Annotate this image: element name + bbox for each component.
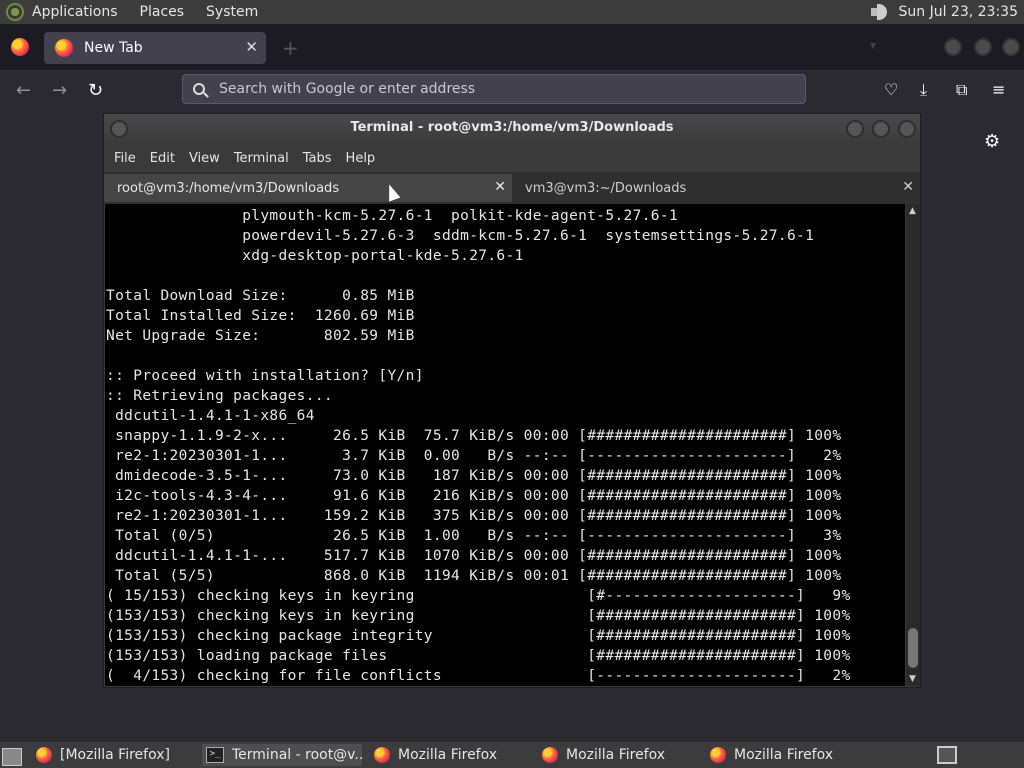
firefox-icon [542, 747, 558, 763]
hamburger-menu-icon[interactable]: ≡ [992, 80, 1005, 99]
workspace-switcher[interactable] [937, 746, 957, 764]
menu-system[interactable]: System [206, 4, 258, 20]
show-desktop-icon[interactable] [2, 748, 22, 766]
firefox-tab-new-tab[interactable]: New Tab ✕ [44, 32, 266, 64]
firefox-tab-title: New Tab [84, 40, 143, 56]
taskbar-item-firefox-3[interactable]: Mozilla Firefox [542, 744, 702, 766]
taskbar-item-firefox-4[interactable]: Mozilla Firefox [710, 744, 870, 766]
terminal-tab-close-icon[interactable]: ✕ [902, 179, 914, 195]
scrollbar-thumb[interactable] [908, 628, 918, 668]
taskbar-item-label: Terminal - root@v... [232, 747, 362, 763]
back-arrow-icon[interactable]: ← [16, 80, 31, 101]
terminal-menu-view[interactable]: View [189, 151, 220, 166]
terminal-menu-terminal[interactable]: Terminal [234, 151, 289, 166]
terminal-scrollbar[interactable]: ▲ ▼ [906, 204, 920, 686]
terminal-minimize-button[interactable] [846, 120, 864, 138]
terminal-tab-bar: root@vm3:/home/vm3/Downloads ✕ vm3@vm3:~… [104, 172, 920, 204]
taskbar: [Mozilla Firefox] >_ Terminal - root@v..… [0, 742, 1024, 768]
scroll-down-arrow-icon[interactable]: ▼ [909, 674, 916, 684]
terminal-output[interactable]: plymouth-kcm-5.27.6-1 polkit-kde-agent-5… [105, 204, 905, 686]
firefox-icon [710, 747, 726, 763]
taskbar-item-firefox-1[interactable]: [Mozilla Firefox] [36, 744, 196, 766]
terminal-tab-vm3[interactable]: vm3@vm3:~/Downloads ✕ [512, 174, 920, 202]
search-icon [193, 83, 205, 95]
terminal-menu-help[interactable]: Help [346, 151, 376, 166]
list-all-tabs-chevron-icon[interactable]: ▾ [870, 38, 876, 52]
taskbar-item-firefox-2[interactable]: Mozilla Firefox [374, 744, 534, 766]
firefox-minimize-button[interactable] [944, 38, 962, 56]
top-panel: Applications Places System Sun Jul 23, 2… [0, 0, 1024, 24]
distro-logo-icon[interactable] [6, 3, 24, 21]
firefox-close-button[interactable] [1002, 38, 1020, 56]
taskbar-item-label: Mozilla Firefox [566, 747, 666, 763]
firefox-maximize-button[interactable] [974, 38, 992, 56]
terminal-titlebar[interactable]: Terminal - root@vm3:/home/vm3/Downloads [104, 114, 920, 144]
extensions-icon[interactable]: ⧉ [956, 80, 967, 100]
terminal-menu-file[interactable]: File [114, 151, 136, 166]
pocket-icon[interactable]: ♡ [884, 80, 898, 99]
taskbar-item-label: Mozilla Firefox [734, 747, 834, 763]
forward-arrow-icon[interactable]: → [52, 80, 67, 101]
volume-icon[interactable] [869, 3, 889, 21]
terminal-title: Terminal - root@vm3:/home/vm3/Downloads [350, 120, 674, 135]
terminal-menu-tabs[interactable]: Tabs [303, 151, 332, 166]
menu-applications[interactable]: Applications [32, 4, 118, 20]
terminal-close-button[interactable] [898, 120, 916, 138]
taskbar-item-label: Mozilla Firefox [398, 747, 498, 763]
terminal-menubar: File Edit View Terminal Tabs Help [104, 144, 920, 172]
terminal-menu-edit[interactable]: Edit [150, 151, 175, 166]
new-tab-button[interactable]: + [282, 36, 299, 60]
settings-gear-icon[interactable]: ⚙ [984, 131, 1000, 152]
taskbar-item-terminal[interactable]: >_ Terminal - root@v... [202, 744, 362, 766]
terminal-window: Terminal - root@vm3:/home/vm3/Downloads … [103, 113, 921, 688]
url-bar-placeholder: Search with Google or enter address [219, 81, 476, 97]
terminal-tab-root[interactable]: root@vm3:/home/vm3/Downloads ✕ [104, 174, 512, 202]
firefox-icon [36, 747, 52, 763]
firefox-icon [374, 747, 390, 763]
taskbar-item-label: [Mozilla Firefox] [60, 747, 170, 763]
clock[interactable]: Sun Jul 23, 23:35 [899, 4, 1019, 20]
terminal-tab-close-icon[interactable]: ✕ [494, 179, 506, 195]
url-bar[interactable]: Search with Google or enter address [182, 74, 806, 104]
firefox-tab-bar: New Tab ✕ + ▾ [0, 24, 1024, 70]
downloads-icon[interactable]: ⤓ [920, 80, 927, 100]
scroll-up-arrow-icon[interactable]: ▲ [909, 206, 916, 216]
terminal-icon: >_ [206, 747, 224, 763]
terminal-text: plymouth-kcm-5.27.6-1 polkit-kde-agent-5… [106, 208, 851, 684]
terminal-tab-label: vm3@vm3:~/Downloads [525, 180, 687, 196]
terminal-tab-label: root@vm3:/home/vm3/Downloads [117, 180, 340, 196]
terminal-maximize-button[interactable] [872, 120, 890, 138]
firefox-menu-icon[interactable] [11, 38, 29, 56]
reload-icon[interactable]: ↻ [88, 80, 103, 101]
firefox-tab-close-icon[interactable]: ✕ [245, 38, 258, 56]
menu-places[interactable]: Places [140, 4, 185, 20]
firefox-tab-favicon-icon [55, 39, 73, 57]
